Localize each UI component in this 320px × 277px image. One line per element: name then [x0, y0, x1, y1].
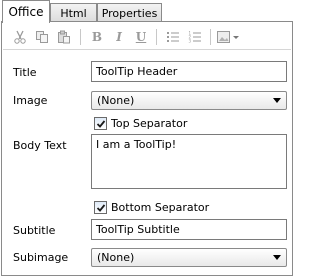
- underline-button[interactable]: U: [131, 28, 151, 46]
- body-text-label: Body Text: [13, 139, 67, 152]
- office-panel: B I U 123 Title ToolTip Header Image (No…: [1, 21, 293, 276]
- paste-icon[interactable]: [54, 28, 74, 46]
- subimage-select-value: (None): [97, 251, 135, 264]
- chevron-down-icon: [273, 255, 281, 260]
- top-separator-option[interactable]: Top Separator: [94, 117, 187, 130]
- subimage-select[interactable]: (None): [91, 248, 287, 267]
- svg-text:3: 3: [189, 39, 192, 44]
- bullet-list-icon[interactable]: [163, 28, 183, 46]
- image-label: Image: [13, 94, 48, 107]
- bold-button[interactable]: B: [87, 28, 107, 46]
- subtitle-label: Subtitle: [13, 224, 56, 237]
- chevron-down-icon: [273, 98, 281, 103]
- italic-button[interactable]: I: [109, 28, 129, 46]
- toolbar-separator: [80, 29, 81, 45]
- checkmark-icon: [96, 203, 105, 212]
- bottom-separator-label: Bottom Separator: [111, 201, 210, 214]
- toolbar-separator: [156, 29, 157, 45]
- formatting-toolbar: B I U 123: [3, 23, 291, 50]
- body-text-field[interactable]: I am a ToolTip!: [91, 134, 287, 189]
- title-field[interactable]: ToolTip Header: [91, 61, 287, 82]
- tab-html[interactable]: Html: [50, 3, 97, 22]
- title-label: Title: [13, 66, 37, 79]
- toolbar-separator: [210, 29, 211, 45]
- top-separator-label: Top Separator: [111, 117, 188, 130]
- image-select[interactable]: (None): [91, 91, 287, 110]
- subtitle-field[interactable]: ToolTip Subtitle: [91, 219, 287, 240]
- copy-icon[interactable]: [32, 28, 52, 46]
- image-select-value: (None): [97, 94, 135, 107]
- subimage-label: Subimage: [13, 251, 69, 264]
- tab-strip: Office Html Properties: [0, 0, 294, 23]
- numbered-list-icon[interactable]: 123: [185, 28, 205, 46]
- bottom-separator-checkbox[interactable]: [94, 201, 107, 214]
- insert-image-icon[interactable]: [215, 28, 241, 46]
- checkmark-icon: [96, 119, 105, 128]
- top-separator-checkbox[interactable]: [94, 117, 107, 130]
- cut-icon[interactable]: [10, 28, 30, 46]
- tab-properties[interactable]: Properties: [97, 3, 162, 22]
- tab-office[interactable]: Office: [2, 0, 50, 23]
- bottom-separator-option[interactable]: Bottom Separator: [94, 201, 209, 214]
